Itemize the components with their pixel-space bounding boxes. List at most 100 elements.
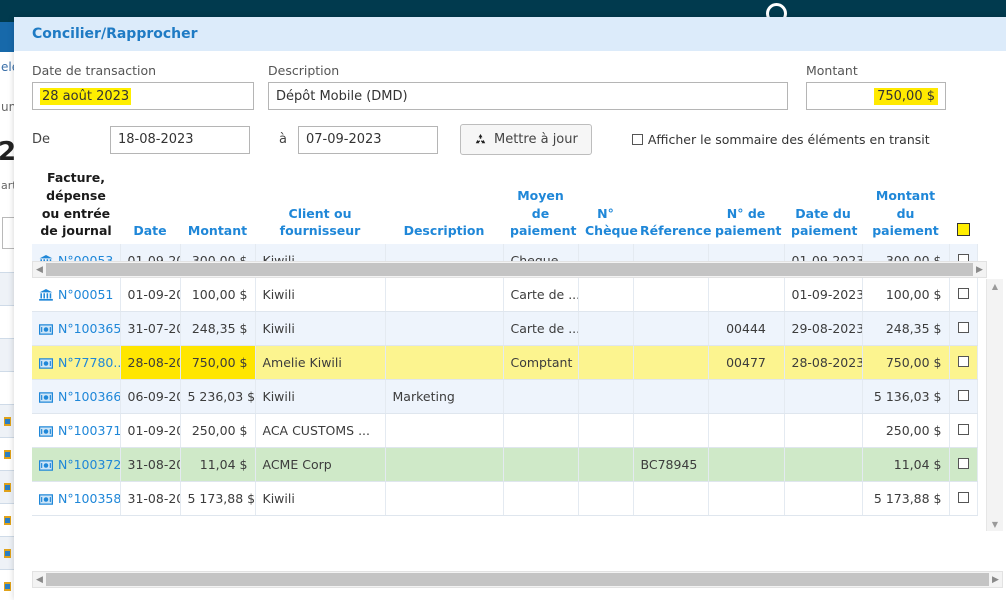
background-icon	[4, 582, 11, 591]
table-row[interactable]: N°10036531-07-2023248,35 $KiwiliCarte de…	[32, 311, 978, 346]
col-header-reference[interactable]: Réference	[633, 169, 711, 244]
cell-date: 01-09-2023	[120, 413, 181, 448]
description-label: Description	[268, 63, 340, 78]
money-icon	[38, 323, 54, 335]
table-vscrollbar[interactable]: ▲ ▼	[986, 279, 1003, 531]
cell-facture-id[interactable]: N°100372	[32, 447, 121, 482]
cell-description	[385, 311, 504, 346]
cell-select-checkbox[interactable]	[949, 481, 978, 516]
cell-num-cheque	[578, 413, 634, 448]
transaction-date-label: Date de transaction	[32, 63, 157, 78]
cell-montant: 5 236,03 $	[180, 379, 256, 414]
cell-montant-paiement: 250,00 $	[862, 413, 950, 448]
col-header-num-cheque[interactable]: N° Chèque	[578, 169, 638, 244]
cell-select-checkbox[interactable]	[949, 311, 978, 346]
col-header-num-paiement[interactable]: N° de paiement	[708, 169, 784, 244]
table-hscrollbar-bottom[interactable]: ◀ ▶	[32, 571, 1003, 588]
update-button[interactable]: Mettre à jour	[460, 124, 592, 155]
cell-date-paiement	[784, 447, 863, 482]
hscroll-thumb-bottom[interactable]	[46, 573, 989, 586]
a-label: à	[279, 132, 287, 147]
scroll-left-arrow-icon[interactable]: ◀	[33, 265, 46, 275]
cell-client: Kiwili	[255, 277, 386, 312]
recycle-icon	[475, 133, 486, 144]
cell-facture-id[interactable]: N°77780...	[32, 345, 121, 380]
row-select-checkbox[interactable]	[957, 458, 969, 469]
cell-select-checkbox[interactable]	[949, 345, 978, 380]
scroll-right-arrow-icon[interactable]: ▶	[989, 575, 1002, 585]
col-header-montant-paiement[interactable]: Montant du paiement	[862, 169, 949, 244]
cell-moyen-paiement	[503, 447, 579, 482]
cell-moyen-paiement: Carte de ...	[503, 311, 579, 346]
cell-facture-id[interactable]: N°100358	[32, 481, 121, 516]
row-select-checkbox[interactable]	[957, 288, 969, 299]
transit-summary-checkbox[interactable]	[631, 134, 643, 145]
table-row[interactable]: N°10035831-08-20235 173,88 $Kiwili5 173,…	[32, 481, 978, 516]
cell-description: Marketing	[385, 379, 504, 414]
cell-montant-paiement: 5 136,03 $	[862, 379, 950, 414]
table-row[interactable]: N°0005101-09-2023100,00 $KiwiliCarte de …	[32, 277, 978, 312]
cell-date: 01-09-2023	[120, 277, 181, 312]
scroll-up-arrow-icon[interactable]: ▲	[987, 279, 1003, 293]
col-header-date[interactable]: Date	[120, 169, 180, 244]
cell-select-checkbox[interactable]	[949, 413, 978, 448]
scroll-left-arrow-icon[interactable]: ◀	[33, 575, 46, 585]
hscroll-thumb-top[interactable]	[46, 263, 973, 276]
row-select-checkbox[interactable]	[957, 424, 969, 435]
table-row[interactable]: N°77780...28-08-2023750,00 $Amelie Kiwil…	[32, 345, 978, 380]
cell-client: Kiwili	[255, 379, 386, 414]
cell-montant-paiement: 5 173,88 $	[862, 481, 950, 516]
row-select-checkbox[interactable]	[957, 322, 969, 333]
table-row[interactable]: N°10037101-09-2023250,00 $ACA CUSTOMS ..…	[32, 413, 978, 448]
scroll-right-arrow-icon[interactable]: ▶	[973, 265, 986, 275]
cell-facture-id[interactable]: N°100366	[32, 379, 121, 414]
cell-reference	[633, 345, 709, 380]
row-select-checkbox[interactable]	[957, 492, 969, 503]
cell-date-paiement	[784, 379, 863, 414]
col-header-date-paiement[interactable]: Date du paiement	[784, 169, 862, 244]
table-row[interactable]: N°10037231-08-202311,04 $ACME CorpBC7894…	[32, 447, 978, 482]
cell-num-cheque	[578, 345, 634, 380]
scroll-down-arrow-icon[interactable]: ▼	[987, 517, 1003, 531]
description-input[interactable]: Dépôt Mobile (DMD)	[268, 82, 788, 110]
cell-moyen-paiement	[503, 379, 579, 414]
col-header-montant[interactable]: Montant	[180, 169, 255, 244]
facture-id-label: N°100371	[58, 423, 120, 438]
cell-date: 06-09-2023	[120, 379, 181, 414]
montant-input[interactable]: 750,00 $	[806, 82, 946, 110]
row-select-checkbox[interactable]	[957, 356, 969, 367]
cell-facture-id[interactable]: N°100371	[32, 413, 121, 448]
cell-description	[385, 345, 504, 380]
date-to-input[interactable]: 07-09-2023	[298, 125, 438, 154]
cell-select-checkbox[interactable]	[949, 447, 978, 482]
row-select-checkbox[interactable]	[957, 390, 969, 401]
cell-num-cheque	[578, 447, 634, 482]
cell-facture-id[interactable]: N°00051	[32, 277, 121, 312]
cell-num-cheque	[578, 311, 634, 346]
cell-select-checkbox[interactable]	[949, 277, 978, 312]
modal-title-text: Concilier/Rapprocher	[32, 26, 198, 42]
cell-montant: 100,00 $	[180, 277, 256, 312]
cell-montant-paiement: 248,35 $	[862, 311, 950, 346]
reconcile-table-wrap: Facture, dépense ou entrée de journal Da…	[32, 169, 1003, 531]
transit-summary-checkbox-group[interactable]: Afficher le sommaire des éléments en tra…	[631, 132, 930, 147]
update-button-label: Mettre à jour	[494, 132, 578, 147]
select-all-checkbox[interactable]	[956, 223, 970, 237]
cell-facture-id[interactable]: N°100365	[32, 311, 121, 346]
cell-num-paiement: 00477	[708, 345, 785, 380]
cell-montant: 250,00 $	[180, 413, 256, 448]
vscroll-track[interactable]	[987, 293, 1003, 517]
col-header-description[interactable]: Description	[385, 169, 503, 244]
col-header-select-all[interactable]	[949, 169, 977, 244]
table-row[interactable]: N°10036606-09-20235 236,03 $KiwiliMarket…	[32, 379, 978, 414]
transaction-date-input[interactable]: 28 août 2023	[32, 82, 254, 110]
date-from-input[interactable]: 18-08-2023	[110, 125, 250, 154]
cell-moyen-paiement	[503, 413, 579, 448]
description-group: Description Dépôt Mobile (DMD)	[268, 63, 788, 110]
col-header-client[interactable]: Client ou fournisseur	[255, 169, 385, 244]
cell-select-checkbox[interactable]	[949, 379, 978, 414]
col-header-moyen-paiement[interactable]: Moyen de paiement	[503, 169, 578, 244]
table-hscrollbar-top[interactable]: ◀ ▶	[32, 261, 987, 278]
transit-summary-label: Afficher le sommaire des éléments en tra…	[647, 132, 930, 147]
col-header-facture[interactable]: Facture, dépense ou entrée de journal	[32, 169, 120, 244]
